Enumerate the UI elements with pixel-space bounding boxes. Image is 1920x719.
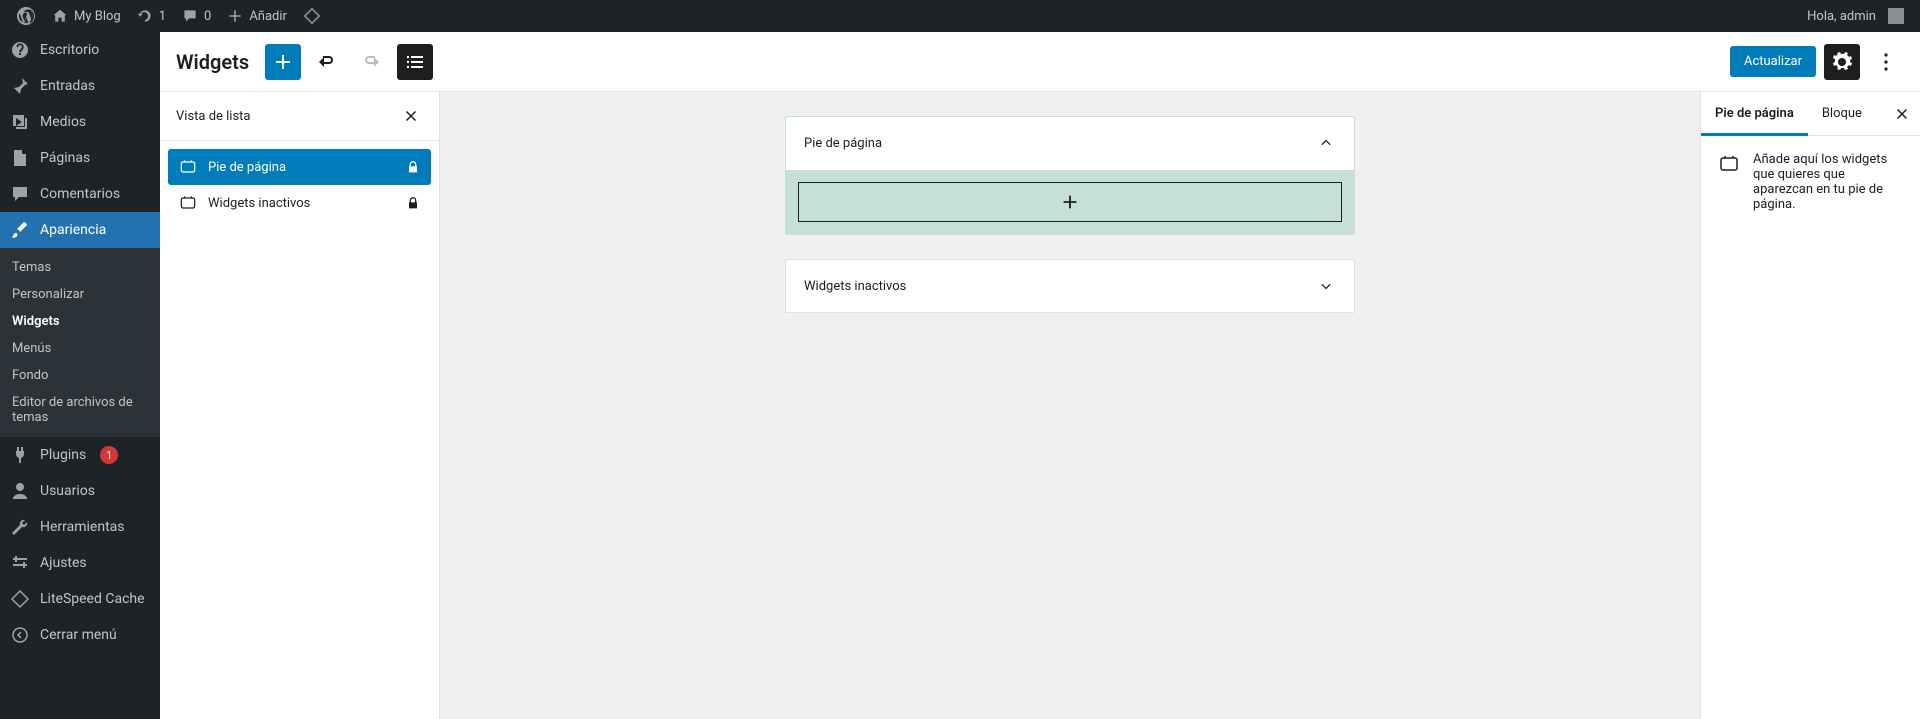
widget-area-footer-header[interactable]: Pie de página	[786, 117, 1354, 170]
settings-info-text: Añade aquí los widgets que quieres que a…	[1753, 152, 1904, 212]
media-icon	[10, 112, 30, 132]
plus-icon	[1059, 191, 1081, 213]
close-icon	[402, 107, 420, 125]
undo-icon	[315, 50, 339, 74]
widget-area-inactive-header[interactable]: Widgets inactivos	[785, 259, 1355, 313]
user-icon	[10, 481, 30, 501]
listview-close-button[interactable]	[399, 104, 423, 128]
kebab-icon	[1874, 50, 1898, 74]
diamond-icon	[10, 589, 30, 609]
menu-collapse[interactable]: Cerrar menú	[0, 617, 160, 653]
comment-icon	[10, 184, 30, 204]
menu-posts[interactable]: Entradas	[0, 68, 160, 104]
comments-count: 0	[204, 9, 211, 24]
menu-media[interactable]: Medios	[0, 104, 160, 140]
lock-icon	[405, 159, 421, 175]
home-icon	[52, 8, 68, 24]
add-block-appender[interactable]	[798, 182, 1342, 222]
plus-icon	[271, 50, 295, 74]
submenu-background[interactable]: Fondo	[0, 362, 160, 389]
more-options-button[interactable]	[1868, 44, 1904, 80]
menu-pages[interactable]: Páginas	[0, 140, 160, 176]
chevron-down-icon	[1316, 276, 1336, 296]
pin-icon	[10, 76, 30, 96]
collapse-icon	[10, 625, 30, 645]
menu-tools[interactable]: Herramientas	[0, 509, 160, 545]
plug-icon	[10, 445, 30, 465]
plugin-update-badge: 1	[100, 446, 118, 464]
lock-icon	[405, 195, 421, 211]
widget-area-icon	[178, 193, 198, 213]
menu-plugins[interactable]: Plugins 1	[0, 437, 160, 473]
redo-icon	[359, 50, 383, 74]
redo-button[interactable]	[353, 44, 389, 80]
listview-item-footer[interactable]: Pie de página	[168, 149, 431, 185]
wp-logo[interactable]	[8, 0, 44, 32]
settings-tab-area[interactable]: Pie de página	[1701, 92, 1808, 135]
brush-icon	[10, 220, 30, 240]
widget-area-icon	[178, 157, 198, 177]
comment-icon	[182, 8, 198, 24]
submenu-theme-editor[interactable]: Editor de archivos de temas	[0, 389, 160, 431]
comments-link[interactable]: 0	[174, 0, 219, 32]
page-icon	[10, 148, 30, 168]
submenu-widgets[interactable]: Widgets	[0, 308, 160, 335]
dashboard-icon	[10, 40, 30, 60]
menu-settings[interactable]: Ajustes	[0, 545, 160, 581]
update-button[interactable]: Actualizar	[1730, 46, 1816, 77]
updates-link[interactable]: 1	[129, 0, 174, 32]
user-greeting[interactable]: Hola, admin	[1799, 0, 1912, 32]
listview-item-label: Pie de página	[208, 160, 286, 175]
site-name-label: My Blog	[74, 9, 121, 24]
avatar	[1888, 8, 1904, 24]
add-block-button[interactable]	[265, 44, 301, 80]
plus-icon	[227, 8, 243, 24]
settings-toggle-button[interactable]	[1824, 44, 1860, 80]
litespeed-bar-icon[interactable]	[295, 0, 329, 32]
greeting-label: Hola, admin	[1807, 9, 1876, 24]
listview-toggle-button[interactable]	[397, 44, 433, 80]
add-new-label: Añadir	[249, 9, 287, 24]
refresh-icon	[137, 8, 153, 24]
listview-item-inactive[interactable]: Widgets inactivos	[168, 185, 431, 221]
settings-tab-block[interactable]: Bloque	[1808, 92, 1876, 135]
wrench-icon	[10, 517, 30, 537]
widget-area-label: Widgets inactivos	[804, 279, 906, 294]
updates-count: 1	[159, 9, 166, 24]
close-icon	[1893, 105, 1911, 123]
widget-area-icon	[1717, 152, 1741, 176]
add-new-link[interactable]: Añadir	[219, 0, 295, 32]
menu-comments[interactable]: Comentarios	[0, 176, 160, 212]
listview-item-label: Widgets inactivos	[208, 196, 310, 211]
menu-users[interactable]: Usuarios	[0, 473, 160, 509]
submenu-customize[interactable]: Personalizar	[0, 281, 160, 308]
menu-appearance[interactable]: Apariencia	[0, 212, 160, 248]
page-title: Widgets	[176, 50, 249, 74]
menu-dashboard[interactable]: Escritorio	[0, 32, 160, 68]
diamond-icon	[303, 7, 321, 25]
submenu-themes[interactable]: Temas	[0, 254, 160, 281]
site-name-link[interactable]: My Blog	[44, 0, 129, 32]
undo-button[interactable]	[309, 44, 345, 80]
chevron-up-icon	[1316, 133, 1336, 153]
list-icon	[403, 50, 427, 74]
submenu-menus[interactable]: Menús	[0, 335, 160, 362]
gear-icon	[1830, 50, 1854, 74]
listview-title: Vista de lista	[176, 109, 251, 124]
sliders-icon	[10, 553, 30, 573]
widget-area-label: Pie de página	[804, 136, 882, 151]
menu-litespeed[interactable]: LiteSpeed Cache	[0, 581, 160, 617]
settings-close-button[interactable]	[1884, 105, 1920, 123]
